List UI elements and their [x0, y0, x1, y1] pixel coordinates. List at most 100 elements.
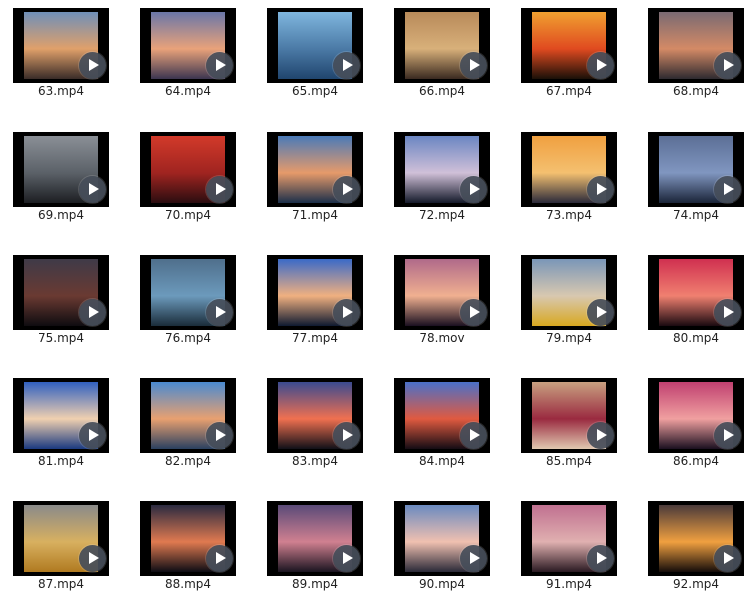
video-file-tile[interactable]: 78.mov: [381, 247, 501, 367]
video-thumbnail[interactable]: [267, 501, 363, 576]
play-icon[interactable]: [333, 176, 360, 203]
file-name-label: 81.mp4: [37, 454, 85, 468]
play-icon[interactable]: [79, 52, 106, 79]
play-icon[interactable]: [714, 299, 741, 326]
play-icon[interactable]: [206, 299, 233, 326]
video-file-tile[interactable]: 87.mp4: [0, 493, 120, 613]
play-icon[interactable]: [714, 176, 741, 203]
video-thumbnail[interactable]: [394, 501, 490, 576]
video-file-tile[interactable]: 70.mp4: [127, 124, 247, 244]
video-file-tile[interactable]: 66.mp4: [381, 0, 501, 120]
video-thumbnail[interactable]: [648, 378, 744, 453]
play-icon[interactable]: [587, 422, 614, 449]
video-file-tile[interactable]: 68.mp4: [635, 0, 750, 120]
play-icon[interactable]: [460, 52, 487, 79]
video-file-tile[interactable]: 69.mp4: [0, 124, 120, 244]
play-icon[interactable]: [333, 52, 360, 79]
play-icon[interactable]: [206, 176, 233, 203]
play-icon[interactable]: [333, 299, 360, 326]
play-icon[interactable]: [714, 422, 741, 449]
play-icon[interactable]: [206, 422, 233, 449]
video-thumbnail[interactable]: [648, 132, 744, 207]
file-grid: 63.mp4 64.mp4 65.mp4 66.mp4 67.mp4 68.mp4 69.m…: [0, 0, 750, 609]
video-thumbnail[interactable]: [13, 501, 109, 576]
video-thumbnail[interactable]: [394, 378, 490, 453]
video-file-tile[interactable]: 81.mp4: [0, 370, 120, 490]
play-icon[interactable]: [714, 545, 741, 572]
file-name-label: 83.mp4: [291, 454, 339, 468]
file-name-label: 84.mp4: [418, 454, 466, 468]
video-file-tile[interactable]: 91.mp4: [508, 493, 628, 613]
video-thumbnail[interactable]: [140, 378, 236, 453]
video-thumbnail[interactable]: [13, 255, 109, 330]
video-file-tile[interactable]: 63.mp4: [0, 0, 120, 120]
play-icon[interactable]: [460, 176, 487, 203]
play-icon[interactable]: [206, 52, 233, 79]
play-icon[interactable]: [333, 545, 360, 572]
video-thumbnail[interactable]: [648, 8, 744, 83]
video-thumbnail[interactable]: [394, 132, 490, 207]
video-thumbnail[interactable]: [521, 501, 617, 576]
video-thumbnail[interactable]: [140, 8, 236, 83]
video-thumbnail[interactable]: [521, 378, 617, 453]
video-thumbnail[interactable]: [13, 8, 109, 83]
play-icon[interactable]: [79, 176, 106, 203]
video-file-tile[interactable]: 74.mp4: [635, 124, 750, 244]
play-icon[interactable]: [79, 545, 106, 572]
video-thumbnail[interactable]: [394, 255, 490, 330]
play-icon[interactable]: [79, 422, 106, 449]
video-file-tile[interactable]: 73.mp4: [508, 124, 628, 244]
video-file-tile[interactable]: 76.mp4: [127, 247, 247, 367]
video-thumbnail[interactable]: [267, 8, 363, 83]
video-thumbnail[interactable]: [13, 378, 109, 453]
video-file-tile[interactable]: 79.mp4: [508, 247, 628, 367]
video-thumbnail[interactable]: [13, 132, 109, 207]
video-file-tile[interactable]: 92.mp4: [635, 493, 750, 613]
video-file-tile[interactable]: 85.mp4: [508, 370, 628, 490]
video-file-tile[interactable]: 90.mp4: [381, 493, 501, 613]
video-thumbnail[interactable]: [267, 132, 363, 207]
video-file-tile[interactable]: 72.mp4: [381, 124, 501, 244]
play-icon[interactable]: [587, 52, 614, 79]
play-icon[interactable]: [460, 545, 487, 572]
video-file-tile[interactable]: 89.mp4: [254, 493, 374, 613]
play-icon[interactable]: [206, 545, 233, 572]
video-thumbnail[interactable]: [648, 501, 744, 576]
video-thumbnail[interactable]: [140, 255, 236, 330]
video-thumbnail[interactable]: [267, 255, 363, 330]
play-icon[interactable]: [587, 299, 614, 326]
video-file-tile[interactable]: 82.mp4: [127, 370, 247, 490]
play-icon[interactable]: [333, 422, 360, 449]
video-file-tile[interactable]: 77.mp4: [254, 247, 374, 367]
file-name-label: 69.mp4: [37, 208, 85, 222]
file-name-label: 89.mp4: [291, 577, 339, 591]
play-icon[interactable]: [460, 299, 487, 326]
video-file-tile[interactable]: 88.mp4: [127, 493, 247, 613]
play-icon[interactable]: [587, 545, 614, 572]
video-file-tile[interactable]: 67.mp4: [508, 0, 628, 120]
video-thumbnail[interactable]: [648, 255, 744, 330]
video-file-tile[interactable]: 71.mp4: [254, 124, 374, 244]
play-icon[interactable]: [460, 422, 487, 449]
file-name-label: 73.mp4: [545, 208, 593, 222]
file-name-label: 74.mp4: [672, 208, 720, 222]
video-file-tile[interactable]: 80.mp4: [635, 247, 750, 367]
video-file-tile[interactable]: 65.mp4: [254, 0, 374, 120]
video-file-tile[interactable]: 86.mp4: [635, 370, 750, 490]
video-thumbnail[interactable]: [394, 8, 490, 83]
video-thumbnail[interactable]: [267, 378, 363, 453]
play-icon[interactable]: [714, 52, 741, 79]
video-file-tile[interactable]: 84.mp4: [381, 370, 501, 490]
video-file-tile[interactable]: 83.mp4: [254, 370, 374, 490]
file-name-label: 80.mp4: [672, 331, 720, 345]
video-file-tile[interactable]: 75.mp4: [0, 247, 120, 367]
video-thumbnail[interactable]: [140, 501, 236, 576]
video-thumbnail[interactable]: [521, 255, 617, 330]
video-thumbnail[interactable]: [140, 132, 236, 207]
file-name-label: 88.mp4: [164, 577, 212, 591]
play-icon[interactable]: [79, 299, 106, 326]
play-icon[interactable]: [587, 176, 614, 203]
video-thumbnail[interactable]: [521, 132, 617, 207]
video-file-tile[interactable]: 64.mp4: [127, 0, 247, 120]
video-thumbnail[interactable]: [521, 8, 617, 83]
